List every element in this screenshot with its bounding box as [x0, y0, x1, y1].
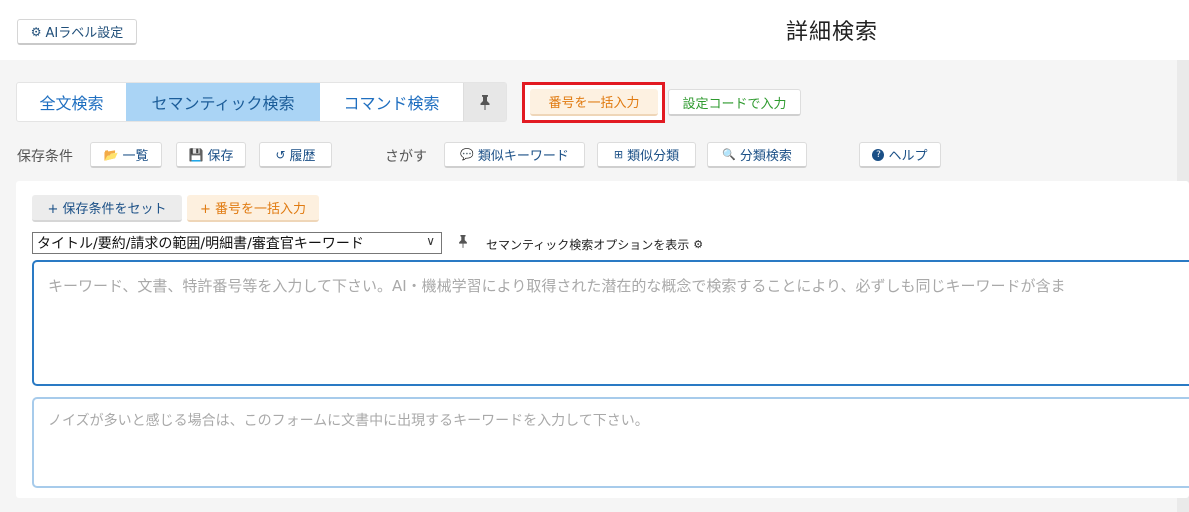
question-circle-icon: ?: [872, 148, 885, 161]
bulk-number-input-button-2[interactable]: + 番号を一括入力: [187, 195, 319, 222]
folder-open-icon: 📂: [103, 147, 119, 162]
gear-icon: ⚙: [693, 238, 704, 251]
keyword-placeholder: キーワード、文書、特許番号等を入力して下さい。AI・機械学習により取得された潜在…: [48, 277, 1066, 295]
search-tabs: 全文検索 セマンティック検索 コマンド検索: [16, 82, 507, 122]
search-plus-icon: 🔍: [722, 148, 736, 161]
gear-icon: ⚙: [30, 24, 42, 39]
list-button[interactable]: 📂 一覧: [90, 142, 162, 168]
similar-keywords-button[interactable]: 💬 類似キーワード: [444, 142, 585, 168]
ai-label-settings-label: AIラベル設定: [45, 26, 124, 41]
page-title: 詳細検索: [786, 20, 879, 45]
noise-placeholder: ノイズが多いと感じる場合は、このフォームに文書中に出現するキーワードを入力して下…: [48, 413, 649, 429]
tab-command-search[interactable]: コマンド検索: [320, 83, 463, 121]
top-bar: [0, 0, 1189, 60]
similar-classification-button[interactable]: ⊞ 類似分類: [597, 142, 696, 168]
similar-classification-label: 類似分類: [627, 149, 680, 164]
ai-label-settings-button[interactable]: ⚙ AIラベル設定: [17, 19, 137, 45]
search-label: さがす: [385, 149, 427, 165]
semantic-options-toggle[interactable]: セマンティック検索オプションを表示 ⚙: [486, 236, 703, 253]
history-icon: ↺: [275, 147, 286, 162]
semantic-options-label: セマンティック検索オプションを表示: [486, 238, 690, 252]
tab-fulltext-search[interactable]: 全文検索: [17, 83, 126, 121]
bulk-number-input-button[interactable]: 番号を一括入力: [530, 89, 658, 116]
search-field-select-value: タイトル/要約/請求の範囲/明細書/審査官キーワード: [37, 236, 364, 252]
search-field-select[interactable]: タイトル/要約/請求の範囲/明細書/審査官キーワード ∨: [32, 232, 442, 254]
set-saved-conditions-button[interactable]: + 保存条件をセット: [32, 195, 182, 222]
save-button[interactable]: 💾 保存: [176, 142, 246, 168]
chevron-down-icon: ∨: [426, 234, 435, 248]
help-button-label: ヘルプ: [888, 149, 928, 164]
setting-code-input-button[interactable]: 設定コードで入力: [668, 89, 801, 116]
similar-keywords-label: 類似キーワード: [477, 149, 569, 164]
history-button[interactable]: ↺ 履歴: [259, 142, 332, 168]
sitemap-icon: ⊞: [613, 148, 624, 161]
pin-tab-button[interactable]: [463, 83, 506, 121]
history-button-label: 履歴: [289, 149, 316, 164]
pin-icon: [480, 95, 490, 110]
tab-semantic-search[interactable]: セマンティック検索: [126, 83, 320, 121]
noise-keyword-textarea[interactable]: ノイズが多いと感じる場合は、このフォームに文書中に出現するキーワードを入力して下…: [32, 397, 1189, 488]
classification-search-button[interactable]: 🔍 分類検索: [707, 142, 807, 168]
list-button-label: 一覧: [122, 149, 149, 164]
keyword-textarea[interactable]: キーワード、文書、特許番号等を入力して下さい。AI・機械学習により取得された潜在…: [32, 260, 1189, 386]
pin-icon[interactable]: [457, 234, 469, 252]
classification-search-label: 分類検索: [739, 149, 792, 164]
help-button[interactable]: ? ヘルプ: [859, 142, 941, 168]
save-conditions-label: 保存条件: [17, 149, 73, 165]
floppy-disk-icon: 💾: [188, 147, 204, 162]
speech-bubble-icon: 💬: [460, 148, 474, 161]
save-button-label: 保存: [207, 149, 234, 164]
